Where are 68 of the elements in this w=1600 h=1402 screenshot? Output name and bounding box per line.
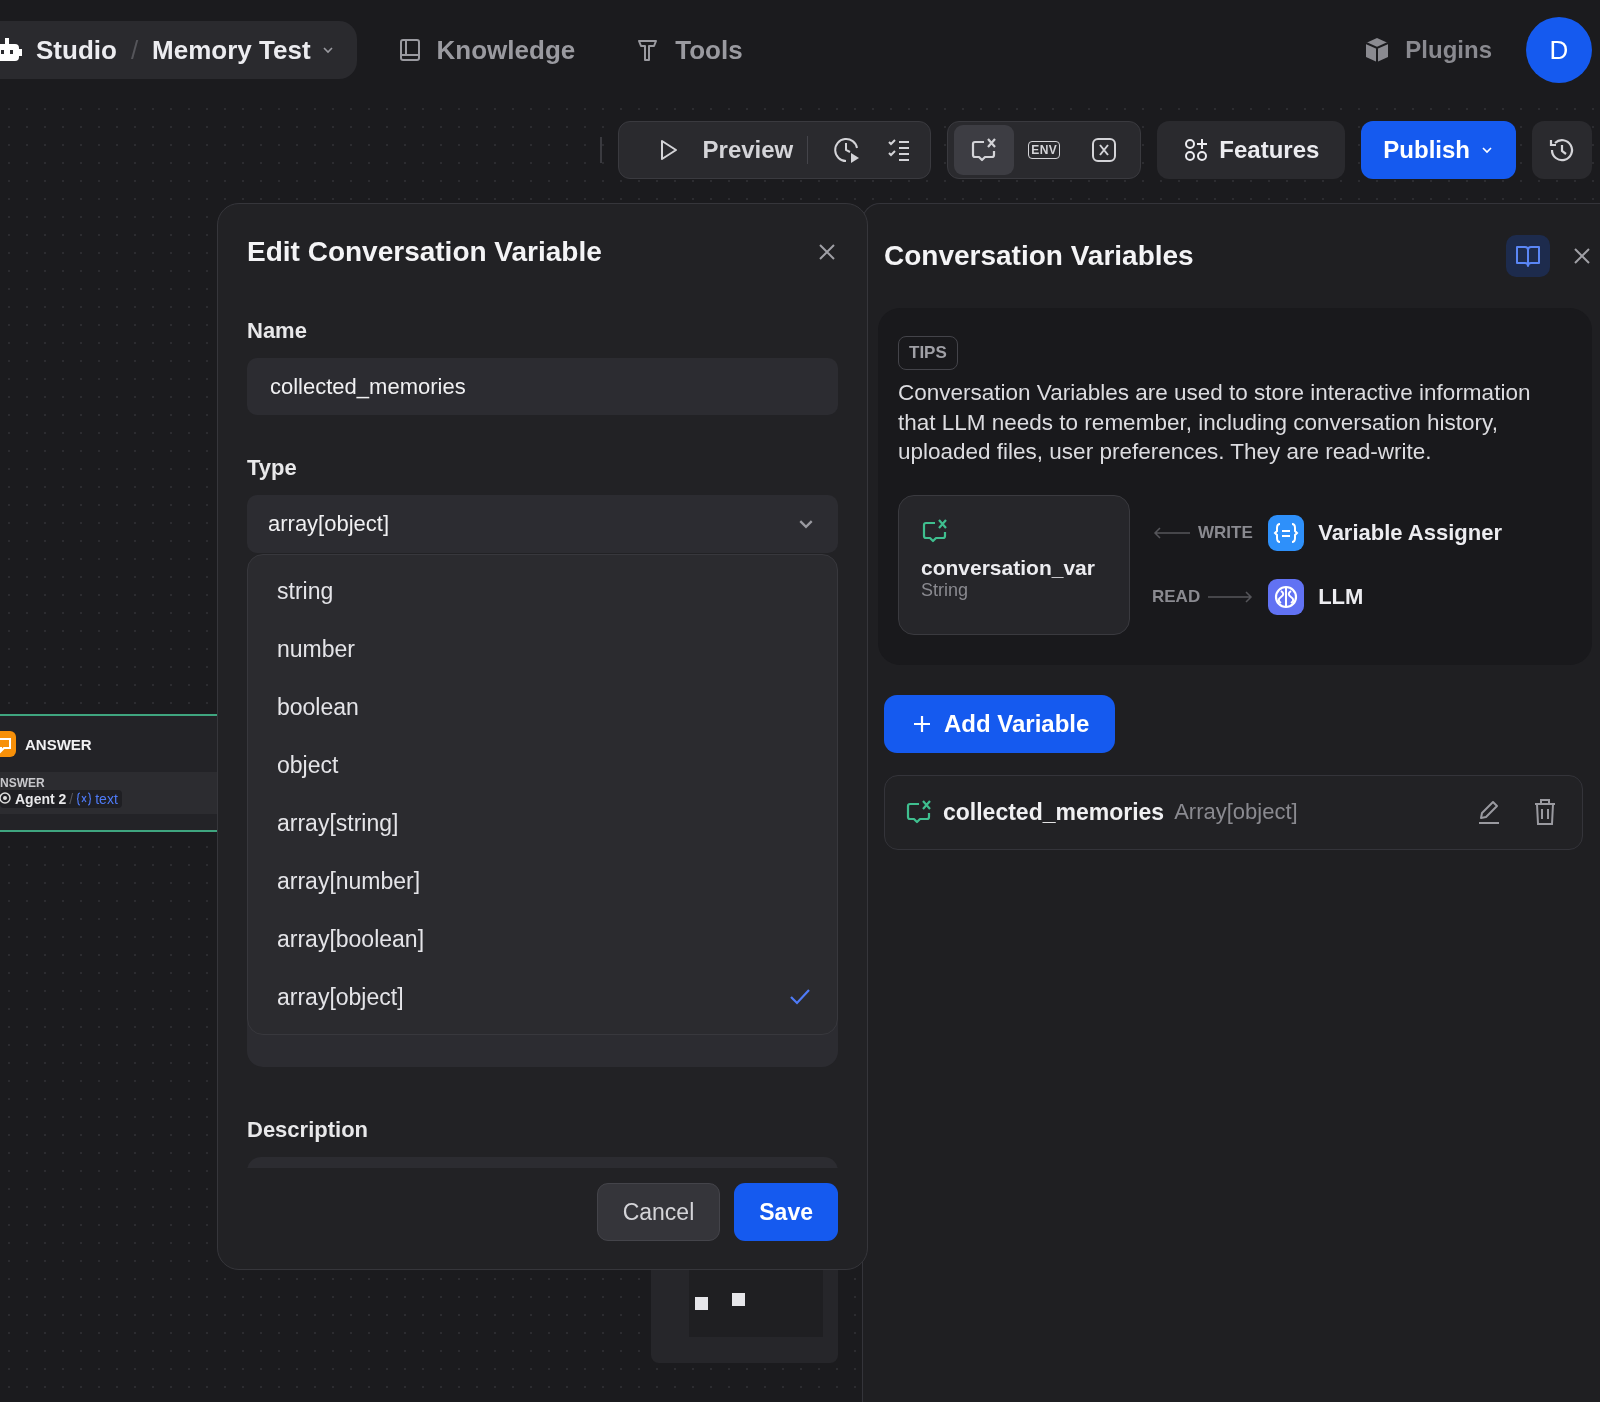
type-select[interactable]: array[object] [247,495,838,553]
conversation-variable-icon [970,137,999,163]
agent-icon [0,792,12,806]
project-selector[interactable]: Memory Test [152,34,335,66]
variable-name: text [95,791,118,807]
preview-button[interactable]: Preview [624,136,808,164]
access-label: WRITE [1198,522,1253,543]
type-option[interactable]: object [248,736,837,794]
answer-node-icon [0,731,16,757]
left-arrow-icon [1152,526,1192,539]
conversation-variable-icon [905,799,933,825]
type-option[interactable]: array[object] [248,968,837,1026]
breadcrumb-separator: / [130,34,139,66]
variable-icon [76,792,93,806]
node-title: ANSWER [25,735,92,753]
node-type-name: Variable Assigner [1318,519,1502,546]
example-variable-type: String [921,579,970,601]
toolbar-icon-button[interactable] [954,125,1015,175]
trash-icon[interactable] [1532,798,1558,826]
plus-icon [912,713,932,734]
access-label: READ [1152,586,1201,607]
right-arrow-icon [1206,590,1255,603]
type-option[interactable]: array[string] [248,794,837,852]
user-avatar[interactable]: D [1526,17,1592,83]
close-icon[interactable] [1572,246,1592,266]
variable-icon [1090,136,1119,164]
panel-title: Conversation Variables [884,240,1195,272]
dialog-title: Edit Conversation Variable [247,236,602,268]
field-label: Type [247,455,298,481]
variable-name: collected_memories [943,798,1165,826]
tips-label: TIPS [898,336,958,370]
field-label: Description [247,1117,370,1143]
open-book-icon [1515,244,1541,268]
variable-row[interactable]: collected_memories Array[object] [884,774,1583,850]
path-separator: / [69,791,74,807]
conversation-variable-icon [921,517,949,544]
field-label: Name [247,318,308,344]
name-input[interactable]: collected_memories [247,358,838,415]
add-variable-button[interactable]: Add Variable [884,694,1116,753]
node-reference: Agent 2 [15,791,67,807]
edit-icon[interactable] [1476,799,1502,825]
node-type-name: LLM [1318,583,1365,610]
docs-button[interactable] [1506,235,1550,277]
env-button[interactable]: ENV [1014,125,1075,175]
type-option[interactable]: boolean [248,678,837,736]
field-label: NSWER [0,776,46,790]
type-option[interactable]: number [248,620,837,678]
history-button[interactable] [1532,121,1592,179]
plugins-link[interactable]: Plugins [1363,36,1492,64]
check-icon [789,988,811,1006]
assigner-icon [1268,514,1305,551]
history-icon[interactable] [1548,136,1576,164]
type-option[interactable]: string [248,562,837,620]
nav-link[interactable]: Tools [635,34,743,66]
cancel-button[interactable]: Cancel [596,1183,721,1241]
features-button[interactable]: Features [1157,121,1346,179]
publish-button[interactable]: Publish [1361,121,1516,179]
save-button[interactable]: Save [734,1183,838,1241]
close-icon[interactable] [817,242,837,262]
app-name[interactable]: Studio [36,34,117,66]
tips-text: Conversation Variables are used to store interactive information that LLM needs to remember, including conversation history, uploaded files, user preferences. They are read-write. [898,379,1532,466]
nav-link[interactable]: Knowledge [396,34,576,66]
type-option[interactable]: array[number] [248,852,837,910]
features-icon [1183,137,1210,163]
brain-icon [1268,578,1305,615]
type-option[interactable]: array[boolean] [248,910,837,968]
example-variable-name: conversation_var [921,555,1096,580]
variable-type: Array[object] [1174,799,1299,825]
